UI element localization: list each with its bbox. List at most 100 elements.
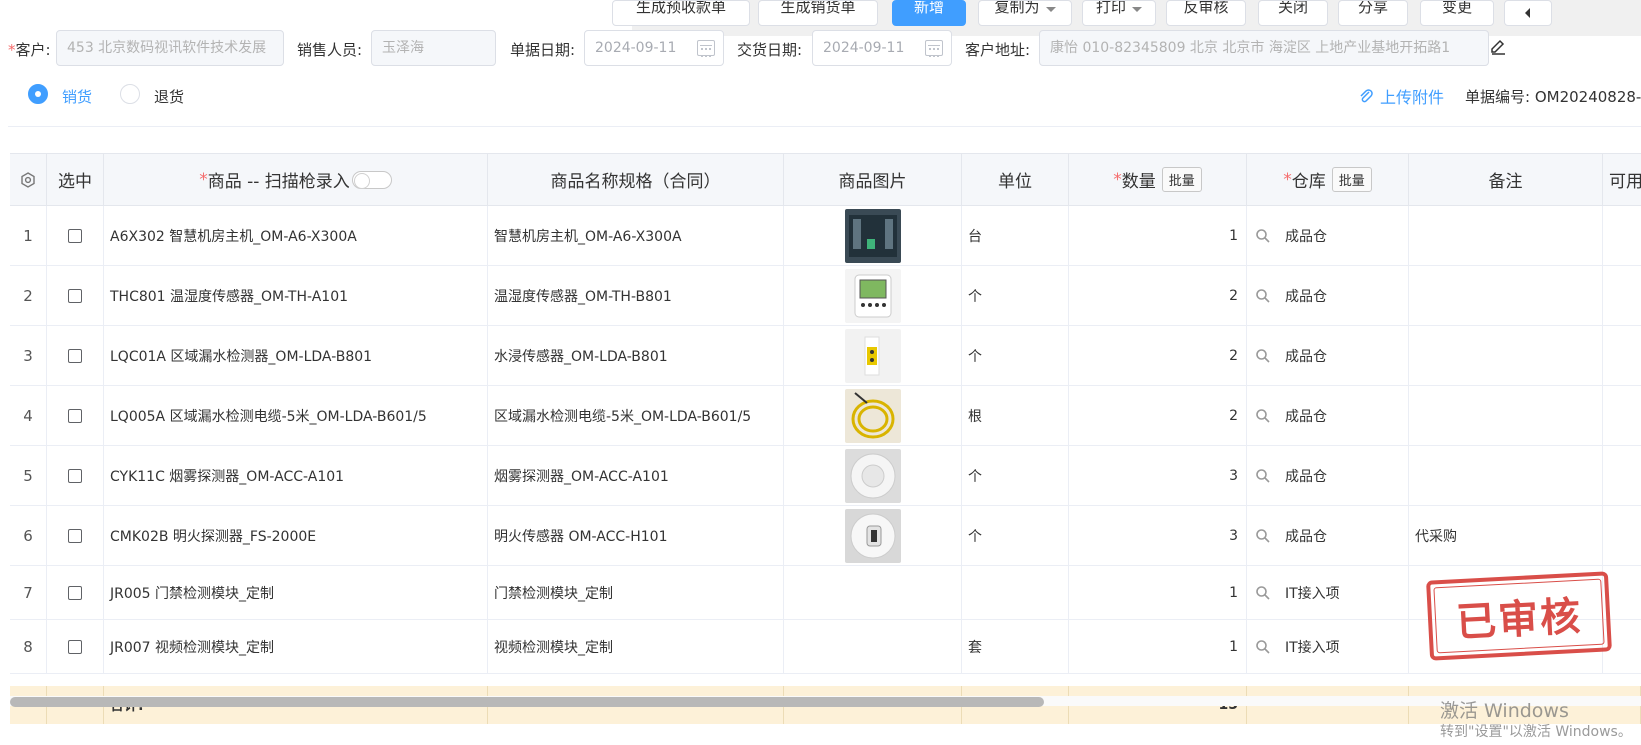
unit-cell[interactable]: 台: [962, 206, 1069, 265]
unaudit-button[interactable]: 反审核: [1166, 0, 1246, 26]
remark-cell[interactable]: 代采购: [1409, 506, 1603, 565]
warehouse-cell[interactable]: 成品仓: [1247, 506, 1409, 565]
table-row[interactable]: 2 THC801 温湿度传感器_OM-TH-A101 温湿度传感器_OM-TH-B8…: [10, 266, 1641, 326]
unit-cell[interactable]: [962, 566, 1069, 619]
row-checkbox[interactable]: [68, 585, 82, 600]
table-row[interactable]: 5 CYK11C 烟雾探测器_OM-ACC-A101 烟雾探测器_OM-ACC-A1…: [10, 446, 1641, 506]
qty-cell[interactable]: 2: [1069, 326, 1247, 385]
button-label: 打印: [1095, 0, 1126, 16]
row-checkbox[interactable]: [68, 639, 82, 654]
warehouse-cell[interactable]: 成品仓: [1247, 266, 1409, 325]
change-button[interactable]: 变更: [1420, 0, 1494, 26]
spec-cell[interactable]: 视频检测模块_定制: [488, 620, 784, 673]
upload-attachment-link[interactable]: 上传附件: [1358, 84, 1444, 108]
table-row[interactable]: 6 CMK02B 明火探测器_FS-2000E 明火传感器 OM-ACC-H101 个…: [10, 506, 1641, 566]
spec-cell[interactable]: 水浸传感器_OM-LDA-B801: [488, 326, 784, 385]
qty-cell[interactable]: 3: [1069, 506, 1247, 565]
batch-warehouse-button[interactable]: 批量: [1331, 167, 1372, 192]
column-settings[interactable]: [10, 154, 47, 205]
print-dropdown[interactable]: 打印: [1082, 0, 1156, 26]
table-row[interactable]: 3 LQC01A 区域漏水检测器_OM-LDA-B801 水浸传感器_OM-LDA-…: [10, 326, 1641, 386]
search-icon[interactable]: [1255, 408, 1271, 424]
product-cell[interactable]: CMK02B 明火探测器_FS-2000E: [104, 506, 488, 565]
generate-advance-receipt-button[interactable]: 生成预收款单: [612, 0, 750, 26]
share-button[interactable]: 分享: [1338, 0, 1408, 26]
spec-cell[interactable]: 区域漏水检测电缆-5米_OM-LDA-B601/5: [488, 386, 784, 445]
product-cell[interactable]: JR005 门禁检测模块_定制: [104, 566, 488, 619]
search-icon[interactable]: [1255, 585, 1271, 601]
unit-cell[interactable]: 根: [962, 386, 1069, 445]
search-icon[interactable]: [1255, 348, 1271, 364]
remark-cell[interactable]: [1409, 446, 1603, 505]
table-row[interactable]: 8 JR007 视频检测模块_定制 视频检测模块_定制 套 1 IT接入项: [10, 620, 1641, 674]
prev-button[interactable]: [1504, 0, 1552, 26]
radio-return[interactable]: [120, 84, 140, 104]
unit-cell[interactable]: 个: [962, 326, 1069, 385]
generate-sales-delivery-button[interactable]: 生成销货单: [758, 0, 878, 26]
row-checkbox[interactable]: [68, 408, 82, 423]
row-checkbox[interactable]: [68, 228, 82, 243]
close-button[interactable]: 关闭: [1258, 0, 1328, 26]
product-cell[interactable]: CYK11C 烟雾探测器_OM-ACC-A101: [104, 446, 488, 505]
warehouse-cell[interactable]: 成品仓: [1247, 386, 1409, 445]
product-cell[interactable]: LQC01A 区域漏水检测器_OM-LDA-B801: [104, 326, 488, 385]
product-cell[interactable]: A6X302 智慧机房主机_OM-A6-X300A: [104, 206, 488, 265]
spec-cell[interactable]: 门禁检测模块_定制: [488, 566, 784, 619]
unit-cell[interactable]: 套: [962, 620, 1069, 673]
row-checkbox[interactable]: [68, 528, 82, 543]
scanner-toggle[interactable]: [351, 170, 392, 189]
row-checkbox[interactable]: [68, 468, 82, 483]
spec-cell[interactable]: 明火传感器 OM-ACC-H101: [488, 506, 784, 565]
warehouse-name: 成品仓: [1285, 348, 1327, 365]
qty-cell[interactable]: 3: [1069, 446, 1247, 505]
search-icon[interactable]: [1255, 468, 1271, 484]
delivery-date-field[interactable]: 2024-09-11: [812, 30, 952, 66]
customer-field[interactable]: 453 北京数码视讯软件技术发展: [56, 30, 284, 66]
copy-as-dropdown[interactable]: 复制为: [978, 0, 1072, 26]
remark-cell[interactable]: [1409, 386, 1603, 445]
qty-cell[interactable]: 2: [1069, 386, 1247, 445]
edit-icon[interactable]: [1489, 38, 1507, 56]
horizontal-scrollbar[interactable]: [10, 696, 1641, 707]
unit-cell[interactable]: 个: [962, 266, 1069, 325]
scrollbar-thumb[interactable]: [10, 697, 1044, 707]
table-row[interactable]: 1 A6X302 智慧机房主机_OM-A6-X300A 智慧机房主机_OM-A6-X…: [10, 206, 1641, 266]
remark-cell[interactable]: [1409, 326, 1603, 385]
product-cell[interactable]: LQ005A 区域漏水检测电缆-5米_OM-LDA-B601/5: [104, 386, 488, 445]
unit-cell[interactable]: 个: [962, 506, 1069, 565]
search-icon[interactable]: [1255, 528, 1271, 544]
product-cell[interactable]: JR007 视频检测模块_定制: [104, 620, 488, 673]
warehouse-cell[interactable]: 成品仓: [1247, 446, 1409, 505]
search-icon[interactable]: [1255, 288, 1271, 304]
remark-cell[interactable]: [1409, 206, 1603, 265]
row-checkbox[interactable]: [68, 348, 82, 363]
new-button[interactable]: 新增: [892, 0, 966, 26]
search-icon[interactable]: [1255, 639, 1271, 655]
unit-cell[interactable]: 个: [962, 446, 1069, 505]
batch-qty-button[interactable]: 批量: [1161, 167, 1202, 192]
table-row[interactable]: 4 LQ005A 区域漏水检测电缆-5米_OM-LDA-B601/5 区域漏水检测电…: [10, 386, 1641, 446]
qty-cell[interactable]: 1: [1069, 620, 1247, 673]
warehouse-cell[interactable]: 成品仓: [1247, 206, 1409, 265]
spec-cell[interactable]: 烟雾探测器_OM-ACC-A101: [488, 446, 784, 505]
salesperson-field[interactable]: 玉泽海: [371, 30, 496, 66]
warehouse-cell[interactable]: IT接入项: [1247, 620, 1409, 673]
row-checkbox[interactable]: [68, 288, 82, 303]
product-cell[interactable]: THC801 温湿度传感器_OM-TH-A101: [104, 266, 488, 325]
qty-cell[interactable]: 1: [1069, 206, 1247, 265]
table-row[interactable]: 7 JR005 门禁检测模块_定制 门禁检测模块_定制 1 IT接入项: [10, 566, 1641, 620]
warehouse-cell[interactable]: 成品仓: [1247, 326, 1409, 385]
qty-cell[interactable]: 2: [1069, 266, 1247, 325]
radio-sale[interactable]: [28, 84, 48, 104]
spec-cell[interactable]: 温湿度传感器_OM-TH-B801: [488, 266, 784, 325]
qty-cell[interactable]: 1: [1069, 566, 1247, 619]
warehouse-cell[interactable]: IT接入项: [1247, 566, 1409, 619]
doc-date-field[interactable]: 2024-09-11: [584, 30, 724, 66]
search-icon[interactable]: [1255, 228, 1271, 244]
radio-return-label[interactable]: 退货: [154, 86, 184, 107]
address-field[interactable]: 康怡 010-82345809 北京 北京市 海淀区 上地产业基地开拓路1: [1039, 30, 1489, 66]
row-select-cell: [47, 566, 104, 619]
remark-cell[interactable]: [1409, 266, 1603, 325]
spec-cell[interactable]: 智慧机房主机_OM-A6-X300A: [488, 206, 784, 265]
radio-sale-label[interactable]: 销货: [62, 86, 92, 107]
